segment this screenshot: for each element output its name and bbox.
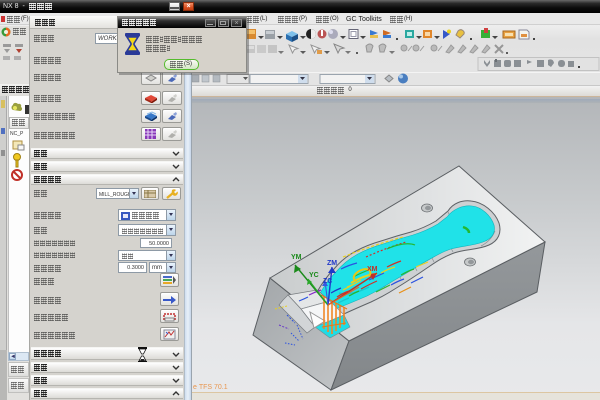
svg-text:YM: YM <box>291 254 302 261</box>
svg-text:ZM: ZM <box>327 260 337 267</box>
svg-text:YC: YC <box>309 272 319 279</box>
svg-text:XM: XM <box>367 266 378 273</box>
svg-text:ZC: ZC <box>323 278 332 285</box>
